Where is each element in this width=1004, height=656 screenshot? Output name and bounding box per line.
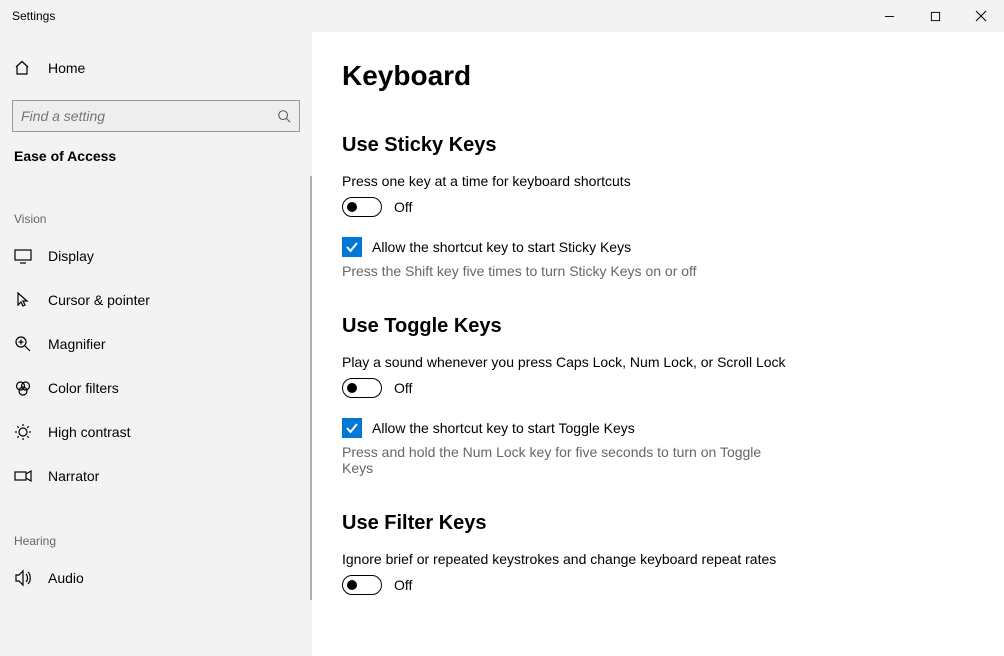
search-box[interactable]: [12, 100, 300, 132]
sticky-toggle-label: Off: [394, 199, 412, 215]
section-label-vision: Vision: [0, 176, 310, 234]
toggle-knob: [347, 383, 357, 393]
display-icon: [14, 247, 32, 265]
toggle-checkbox-row: Allow the shortcut key to start Toggle K…: [342, 418, 974, 438]
sticky-checkbox-row: Allow the shortcut key to start Sticky K…: [342, 237, 974, 257]
maximize-icon: [930, 11, 941, 22]
filter-toggle-label: Off: [394, 577, 412, 593]
toggle-desc: Play a sound whenever you press Caps Loc…: [342, 354, 902, 370]
sidebar-item-display[interactable]: Display: [0, 234, 310, 278]
window-title: Settings: [0, 9, 55, 23]
toggle-checkbox[interactable]: [342, 418, 362, 438]
minimize-icon: [884, 11, 895, 22]
section-label-hearing: Hearing: [0, 498, 310, 556]
section-filter-heading: Use Filter Keys: [342, 512, 974, 535]
search-input[interactable]: [21, 108, 277, 124]
filter-toggle[interactable]: [342, 575, 382, 595]
sidebar-item-label: High contrast: [48, 424, 130, 440]
sidebar-item-label: Audio: [48, 570, 84, 586]
sidebar-home[interactable]: Home: [0, 48, 312, 88]
section-toggle-heading: Use Toggle Keys: [342, 315, 974, 338]
sidebar-item-label: Magnifier: [48, 336, 106, 352]
filter-toggle-row: Off: [342, 575, 974, 595]
toggle-hint: Press and hold the Num Lock key for five…: [342, 444, 782, 476]
search-icon: [277, 109, 291, 123]
sticky-checkbox-label: Allow the shortcut key to start Sticky K…: [372, 239, 631, 255]
close-icon: [975, 10, 987, 22]
section-sticky-heading: Use Sticky Keys: [342, 134, 974, 157]
close-button[interactable]: [958, 0, 1004, 32]
toggle-knob: [347, 580, 357, 590]
high-contrast-icon: [14, 423, 32, 441]
content: Keyboard Use Sticky Keys Press one key a…: [312, 32, 1004, 656]
color-filters-icon: [14, 379, 32, 397]
sidebar-category: Ease of Access: [0, 132, 312, 176]
sticky-desc: Press one key at a time for keyboard sho…: [342, 173, 902, 189]
sidebar-item-label: Cursor & pointer: [48, 292, 150, 308]
sticky-toggle-row: Off: [342, 197, 974, 217]
sidebar-item-audio[interactable]: Audio: [0, 556, 310, 600]
sticky-hint: Press the Shift key five times to turn S…: [342, 263, 782, 279]
toggle-toggle-label: Off: [394, 380, 412, 396]
sidebar-item-label: Narrator: [48, 468, 99, 484]
narrator-icon: [14, 467, 32, 485]
home-icon: [14, 60, 30, 76]
toggle-toggle-row: Off: [342, 378, 974, 398]
toggle-knob: [347, 202, 357, 212]
magnifier-icon: [14, 335, 32, 353]
sidebar-home-label: Home: [48, 60, 85, 76]
sidebar-item-cursor[interactable]: Cursor & pointer: [0, 278, 310, 322]
filter-desc: Ignore brief or repeated keystrokes and …: [342, 551, 902, 567]
sticky-checkbox[interactable]: [342, 237, 362, 257]
audio-icon: [14, 569, 32, 587]
sticky-toggle[interactable]: [342, 197, 382, 217]
toggle-checkbox-label: Allow the shortcut key to start Toggle K…: [372, 420, 635, 436]
toggle-toggle[interactable]: [342, 378, 382, 398]
maximize-button[interactable]: [912, 0, 958, 32]
check-icon: [345, 421, 359, 435]
window-controls: [866, 0, 1004, 32]
sidebar-item-narrator[interactable]: Narrator: [0, 454, 310, 498]
sidebar-item-label: Color filters: [48, 380, 119, 396]
title-bar: Settings: [0, 0, 1004, 32]
sidebar-item-magnifier[interactable]: Magnifier: [0, 322, 310, 366]
minimize-button[interactable]: [866, 0, 912, 32]
sidebar: Home Ease of Access Vision Display Curso…: [0, 32, 312, 656]
sidebar-item-high-contrast[interactable]: High contrast: [0, 410, 310, 454]
cursor-icon: [14, 291, 32, 309]
check-icon: [345, 240, 359, 254]
sidebar-item-label: Display: [48, 248, 94, 264]
sidebar-nav: Vision Display Cursor & pointer Magnifie…: [0, 176, 312, 600]
sidebar-item-color-filters[interactable]: Color filters: [0, 366, 310, 410]
page-title: Keyboard: [342, 60, 974, 92]
